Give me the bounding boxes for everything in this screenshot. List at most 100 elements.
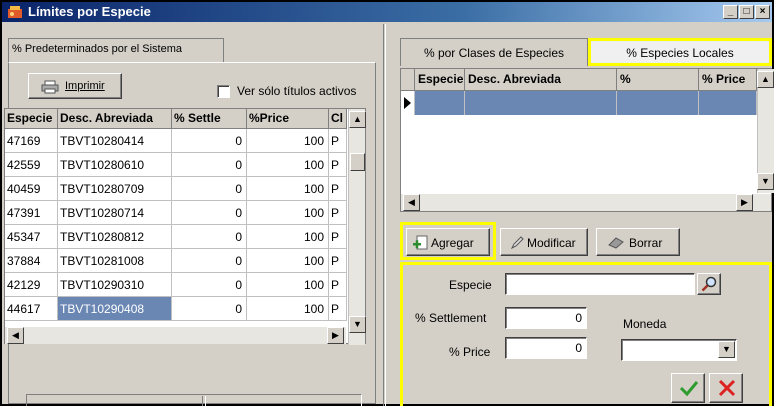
rgrid-horizontal-scrollbar[interactable]: ◀ ▶	[401, 194, 771, 211]
title-bar[interactable]: Límites por Especie _ □ ×	[2, 2, 772, 22]
cell-desc[interactable]	[465, 91, 617, 115]
cell-cl[interactable]: P	[329, 225, 347, 249]
scroll-left-icon[interactable]: ◀	[7, 327, 24, 344]
col-settle[interactable]: % Settle	[172, 109, 247, 129]
cell-especie[interactable]: 42559	[5, 153, 58, 177]
tab-clases-especies[interactable]: % por Clases de Especies	[400, 38, 588, 66]
modify-label: Modificar	[527, 236, 576, 250]
cell-cl[interactable]: P	[329, 297, 347, 321]
cell-cl[interactable]: P	[329, 249, 347, 273]
cell-price[interactable]: 100	[247, 201, 329, 225]
cell-desc[interactable]: TBVT10290310	[58, 273, 172, 297]
cell-especie[interactable]: 47169	[5, 129, 58, 153]
cell-desc[interactable]: TBVT10281008	[58, 249, 172, 273]
cell-especie[interactable]: 44617	[5, 297, 58, 321]
table-row[interactable]: 37884 TBVT10281008 0 100 P	[5, 249, 347, 273]
chevron-down-icon[interactable]: ▼	[718, 341, 735, 358]
cell-cl[interactable]: P	[329, 201, 347, 225]
table-row[interactable]: 40459 TBVT10280709 0 100 P	[5, 177, 347, 201]
cell-price[interactable]: 100	[247, 225, 329, 249]
scroll-down-icon[interactable]: ▼	[349, 316, 366, 333]
rcol-percent[interactable]: %	[617, 69, 699, 91]
cell-price[interactable]: 100	[247, 249, 329, 273]
cell-settle[interactable]: 0	[172, 249, 247, 273]
cell-desc[interactable]: TBVT10280709	[58, 177, 172, 201]
cell-settle[interactable]: 0	[172, 129, 247, 153]
cell-especie[interactable]	[415, 91, 465, 115]
cell-price[interactable]: 100	[247, 297, 329, 321]
search-button[interactable]	[697, 273, 721, 295]
col-cl[interactable]: Cl	[329, 109, 347, 129]
rscroll-up-icon[interactable]: ▲	[757, 71, 774, 88]
cell-price[interactable]: 100	[247, 273, 329, 297]
scroll-up-icon[interactable]: ▲	[349, 111, 366, 128]
row-indicator-header	[401, 69, 415, 91]
col-price[interactable]: %Price	[247, 109, 329, 129]
cell-especie[interactable]: 40459	[5, 177, 58, 201]
cell-settle[interactable]: 0	[172, 225, 247, 249]
maximize-icon[interactable]: □	[739, 5, 754, 19]
moneda-select[interactable]: ▼	[621, 339, 737, 361]
cell-price[interactable]	[699, 91, 757, 115]
rscroll-down-icon[interactable]: ▼	[757, 173, 774, 190]
scroll-right-icon[interactable]: ▶	[327, 327, 344, 344]
confirm-button[interactable]	[671, 373, 705, 403]
close-icon[interactable]: ×	[755, 5, 770, 19]
cell-especie[interactable]: 42129	[5, 273, 58, 297]
default-limits-grid: Especie Desc. Abreviada % Settle %Price …	[4, 108, 366, 345]
cell-cl[interactable]: P	[329, 129, 347, 153]
cell-price[interactable]: 100	[247, 153, 329, 177]
cell-desc[interactable]: TBVT10280414	[58, 129, 172, 153]
especie-input[interactable]	[505, 273, 695, 295]
cell-cl[interactable]: P	[329, 153, 347, 177]
rgrid-vertical-scrollbar[interactable]: ▲ ▼	[757, 69, 774, 193]
table-row[interactable]: 44617 TBVT10290408 0 100 P	[5, 297, 347, 321]
cell-settle[interactable]: 0	[172, 273, 247, 297]
rscroll-left-icon[interactable]: ◀	[403, 194, 420, 211]
cell-desc[interactable]: TBVT10280610	[58, 153, 172, 177]
cell-settle[interactable]: 0	[172, 297, 247, 321]
cell-settle[interactable]: 0	[172, 201, 247, 225]
rcol-price[interactable]: % Price	[699, 69, 757, 91]
table-row[interactable]: 47169 TBVT10280414 0 100 P	[5, 129, 347, 153]
tab-especies-locales[interactable]: % Especies Locales	[588, 38, 772, 66]
cell-settle[interactable]: 0	[172, 153, 247, 177]
active-titles-checkbox[interactable]	[217, 85, 230, 98]
table-row[interactable]: 42129 TBVT10290310 0 100 P	[5, 273, 347, 297]
cell-price[interactable]: 100	[247, 177, 329, 201]
add-button[interactable]: Agregar	[406, 228, 490, 256]
col-desc[interactable]: Desc. Abreviada	[58, 109, 172, 129]
especie-label: Especie	[449, 278, 492, 292]
price-input[interactable]: 0	[505, 337, 587, 359]
table-row[interactable]: 45347 TBVT10280812 0 100 P	[5, 225, 347, 249]
tab-predeterminados[interactable]: % Predeterminados por el Sistema	[8, 38, 224, 62]
cancel-button[interactable]	[709, 373, 743, 403]
rcol-especie[interactable]: Especie	[415, 69, 465, 91]
scroll-thumb[interactable]	[350, 153, 365, 171]
cell-especie[interactable]: 47391	[5, 201, 58, 225]
cell-settle[interactable]: 0	[172, 177, 247, 201]
cell-especie[interactable]: 45347	[5, 225, 58, 249]
print-button[interactable]: Imprimir	[28, 73, 122, 99]
app-icon	[8, 6, 22, 18]
grid-horizontal-scrollbar[interactable]: ◀ ▶	[5, 327, 346, 344]
cell-desc[interactable]: TBVT10290408	[58, 297, 172, 321]
cell-especie[interactable]: 37884	[5, 249, 58, 273]
grid-vertical-scrollbar[interactable]: ▲ ▼	[348, 109, 366, 345]
cell-cl[interactable]: P	[329, 177, 347, 201]
cell-cl[interactable]: P	[329, 273, 347, 297]
table-row[interactable]: 42559 TBVT10280610 0 100 P	[5, 153, 347, 177]
cell-percent[interactable]	[617, 91, 699, 115]
rcol-desc[interactable]: Desc. Abreviada	[465, 69, 617, 91]
settlement-input[interactable]: 0	[505, 307, 587, 329]
cell-price[interactable]: 100	[247, 129, 329, 153]
modify-button[interactable]: Modificar	[500, 228, 588, 256]
rscroll-right-icon[interactable]: ▶	[736, 194, 753, 211]
col-especie[interactable]: Especie	[5, 109, 58, 129]
delete-button[interactable]: Borrar	[596, 228, 680, 256]
minimize-icon[interactable]: _	[723, 5, 738, 19]
table-row[interactable]	[401, 91, 757, 115]
cell-desc[interactable]: TBVT10280812	[58, 225, 172, 249]
cell-desc[interactable]: TBVT10280714	[58, 201, 172, 225]
table-row[interactable]: 47391 TBVT10280714 0 100 P	[5, 201, 347, 225]
